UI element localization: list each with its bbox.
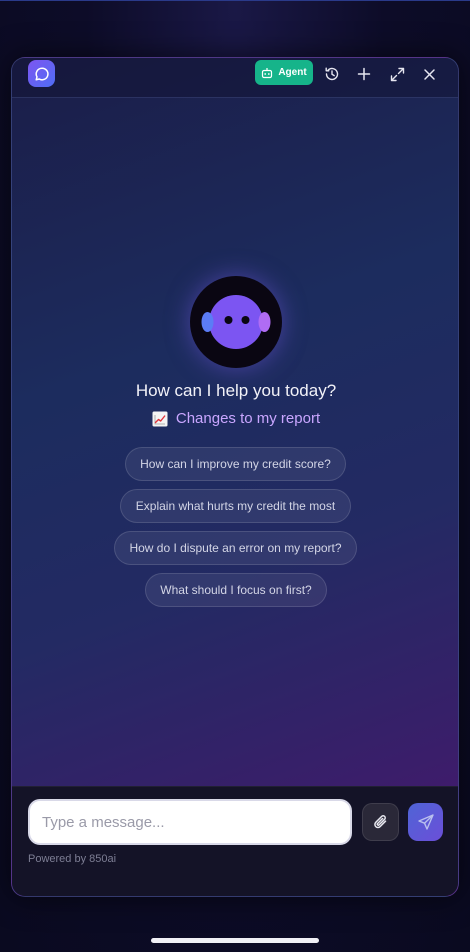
suggestion-chip[interactable]: How do I dispute an error on my report? xyxy=(114,531,357,565)
chat-bubble-icon xyxy=(34,66,49,81)
powered-by-text: Powered by 850ai xyxy=(28,853,117,865)
suggestion-chip[interactable]: Explain what hurts my credit the most xyxy=(120,489,351,523)
send-icon xyxy=(417,814,434,830)
composer: Powered by 850ai xyxy=(12,786,458,896)
message-input[interactable] xyxy=(28,799,352,845)
agent-mode-button[interactable]: Agent xyxy=(255,60,313,85)
home-indicator[interactable] xyxy=(151,938,319,943)
robot-icon xyxy=(262,67,273,78)
suggestion-chip[interactable]: How can I improve my credit score? xyxy=(125,447,346,481)
attach-button[interactable] xyxy=(362,803,399,841)
history-button[interactable] xyxy=(321,63,343,85)
chat-panel: Agent How can I help you today? Changes … xyxy=(11,57,459,897)
chart-up-icon xyxy=(152,411,168,426)
expand-button[interactable] xyxy=(386,63,408,85)
expand-icon xyxy=(390,67,404,81)
chat-header: Agent xyxy=(12,58,458,98)
history-icon xyxy=(325,67,339,81)
chat-logo-button[interactable] xyxy=(28,60,55,87)
assistant-face-icon xyxy=(201,295,271,349)
suggestion-chip[interactable]: What should I focus on first? xyxy=(145,573,327,607)
new-chat-button[interactable] xyxy=(353,63,375,85)
close-button[interactable] xyxy=(418,63,440,85)
close-icon xyxy=(423,68,435,80)
paperclip-icon xyxy=(373,815,386,829)
app-screen: Agent How can I help you today? Changes … xyxy=(0,0,470,952)
report-link-label: Changes to my report xyxy=(175,410,321,427)
assistant-avatar xyxy=(190,276,282,368)
changes-to-report-link[interactable]: Changes to my report xyxy=(12,410,458,427)
agent-button-label: Agent xyxy=(278,67,307,78)
greeting-heading: How can I help you today? xyxy=(135,381,337,400)
plus-icon xyxy=(357,67,371,81)
send-button[interactable] xyxy=(408,803,443,841)
